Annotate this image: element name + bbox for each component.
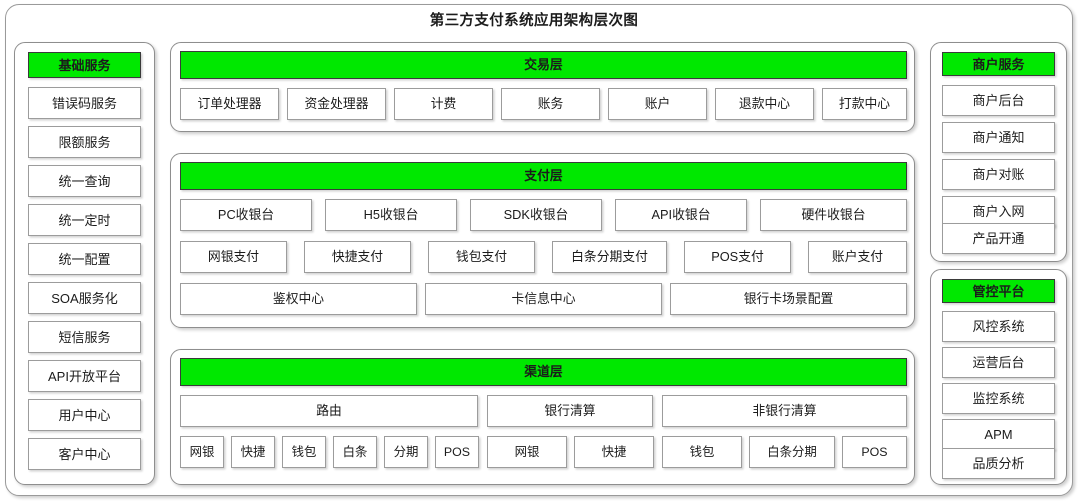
panel-merchant-services: 商户服务 商户后台 商户通知 商户对账 商户入网 产品开通 — [930, 42, 1067, 262]
panel-basic-services: 基础服务 错误码服务 限额服务 统一查询 统一定时 统一配置 SOA服务化 短信… — [14, 42, 155, 485]
panel-channel-layer: 渠道层 路由 银行清算 非银行清算 网银 快捷 钱包 白条 分期 POS 网银 … — [170, 349, 915, 485]
payment-item-auth-center[interactable]: 鉴权中心 — [180, 283, 417, 315]
payment-item-bank-card-scene-config[interactable]: 银行卡场景配置 — [670, 283, 907, 315]
channel-item-routing[interactable]: 路由 — [180, 395, 478, 427]
payment-item-sdk-cashier[interactable]: SDK收银台 — [470, 199, 602, 231]
diagram-canvas: 第三方支付系统应用架构层次图 基础服务 错误码服务 限额服务 统一查询 统一定时… — [0, 0, 1080, 502]
transaction-item-accounting[interactable]: 账务 — [501, 88, 600, 120]
control-item-risk-system[interactable]: 风控系统 — [942, 311, 1055, 342]
payment-item-wallet-pay[interactable]: 钱包支付 — [428, 241, 535, 273]
control-item-monitoring-system[interactable]: 监控系统 — [942, 383, 1055, 414]
channel-sub-item-nonbank-wallet[interactable]: 钱包 — [662, 436, 742, 468]
control-item-apm[interactable]: APM — [942, 419, 1055, 450]
transaction-item-account[interactable]: 账户 — [608, 88, 707, 120]
sidebar-item-unified-config[interactable]: 统一配置 — [28, 243, 141, 275]
layer-header-payment: 支付层 — [180, 162, 907, 190]
sidebar-item-limit-service[interactable]: 限额服务 — [28, 126, 141, 158]
merchant-item-notification[interactable]: 商户通知 — [942, 122, 1055, 153]
channel-sub-item-bank-online-bank[interactable]: 网银 — [487, 436, 567, 468]
merchant-item-backend[interactable]: 商户后台 — [942, 85, 1055, 116]
layer-header-channel: 渠道层 — [180, 358, 907, 386]
panel-control-platform: 管控平台 风控系统 运营后台 监控系统 APM 品质分析 — [930, 269, 1067, 485]
panel-transaction-layer: 交易层 订单处理器 资金处理器 计费 账务 账户 退款中心 打款中心 — [170, 42, 915, 132]
payment-item-pc-cashier[interactable]: PC收银台 — [180, 199, 312, 231]
payment-item-api-cashier[interactable]: API收银台 — [615, 199, 747, 231]
sidebar-item-unified-query[interactable]: 统一查询 — [28, 165, 141, 197]
sidebar-item-soa[interactable]: SOA服务化 — [28, 282, 141, 314]
channel-sub-item-bank-quick[interactable]: 快捷 — [574, 436, 654, 468]
payment-item-baitiao-installment-pay[interactable]: 白条分期支付 — [552, 241, 667, 273]
sidebar-item-sms-service[interactable]: 短信服务 — [28, 321, 141, 353]
payment-item-hardware-cashier[interactable]: 硬件收银台 — [760, 199, 907, 231]
sidebar-item-user-center[interactable]: 用户中心 — [28, 399, 141, 431]
group-header-control-platform: 管控平台 — [942, 279, 1055, 303]
panel-payment-layer: 支付层 PC收银台 H5收银台 SDK收银台 API收银台 硬件收银台 网银支付… — [170, 153, 915, 328]
channel-sub-item-nonbank-baitiao-installment[interactable]: 白条分期 — [749, 436, 835, 468]
payment-item-quick-pay[interactable]: 快捷支付 — [304, 241, 411, 273]
channel-sub-item-nonbank-pos[interactable]: POS — [842, 436, 907, 468]
payment-item-card-info-center[interactable]: 卡信息中心 — [425, 283, 662, 315]
sidebar-item-error-code-service[interactable]: 错误码服务 — [28, 87, 141, 119]
control-item-operations-backend[interactable]: 运营后台 — [942, 347, 1055, 378]
payment-item-h5-cashier[interactable]: H5收银台 — [325, 199, 457, 231]
transaction-item-billing[interactable]: 计费 — [394, 88, 493, 120]
channel-sub-item-quick[interactable]: 快捷 — [231, 436, 275, 468]
sidebar-item-customer-center[interactable]: 客户中心 — [28, 438, 141, 470]
page-title: 第三方支付系统应用架构层次图 — [429, 13, 639, 29]
transaction-item-fund-processor[interactable]: 资金处理器 — [287, 88, 386, 120]
merchant-item-reconciliation[interactable]: 商户对账 — [942, 159, 1055, 190]
group-header-merchant-services: 商户服务 — [942, 52, 1055, 76]
payment-item-account-pay[interactable]: 账户支付 — [808, 241, 907, 273]
channel-sub-item-installment[interactable]: 分期 — [384, 436, 428, 468]
channel-item-bank-settlement[interactable]: 银行清算 — [487, 395, 653, 427]
sidebar-item-unified-schedule[interactable]: 统一定时 — [28, 204, 141, 236]
sidebar-item-api-open-platform[interactable]: API开放平台 — [28, 360, 141, 392]
payment-item-online-bank-pay[interactable]: 网银支付 — [180, 241, 287, 273]
merchant-item-product-activation[interactable]: 产品开通 — [942, 223, 1055, 254]
transaction-item-refund-center[interactable]: 退款中心 — [715, 88, 814, 120]
channel-sub-item-online-bank[interactable]: 网银 — [180, 436, 224, 468]
channel-sub-item-baitiao[interactable]: 白条 — [333, 436, 377, 468]
channel-sub-item-wallet[interactable]: 钱包 — [282, 436, 326, 468]
transaction-item-order-processor[interactable]: 订单处理器 — [180, 88, 279, 120]
channel-sub-item-pos[interactable]: POS — [435, 436, 479, 468]
layer-header-transaction: 交易层 — [180, 51, 907, 79]
payment-item-pos-pay[interactable]: POS支付 — [684, 241, 791, 273]
control-item-quality-analysis[interactable]: 品质分析 — [942, 448, 1055, 479]
transaction-item-payout-center[interactable]: 打款中心 — [822, 88, 907, 120]
channel-item-nonbank-settlement[interactable]: 非银行清算 — [662, 395, 907, 427]
group-header-basic-services: 基础服务 — [28, 52, 141, 78]
